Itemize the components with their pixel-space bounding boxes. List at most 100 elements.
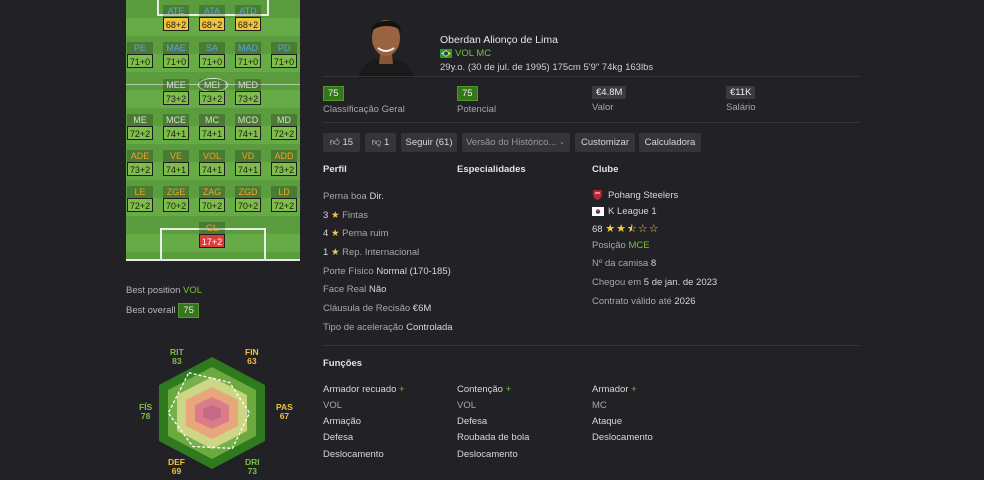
brazil-flag-icon [440, 48, 452, 58]
pitch-position-le: LE 72+2 [127, 186, 153, 216]
dislike-button[interactable]: 👎︎ 1 [365, 133, 396, 152]
pitch-position-rating: 68+2 [235, 17, 261, 31]
pitch-position-label: MEE [163, 79, 189, 91]
pitch-position-label: MCE [163, 114, 189, 126]
pitch-position-rating: 70+2 [163, 198, 189, 212]
club-rating: 68 [592, 224, 603, 235]
pitch-position-label: MC [199, 114, 225, 126]
stat-overall: 75 Classificação Geral [323, 86, 405, 115]
pitch-position-label: ZGD [235, 186, 261, 198]
radar-label-rit: RIT 83 [170, 347, 184, 366]
pitch-position-mc: MC 74+1 [199, 114, 225, 144]
best-overall-label: Best overall [126, 305, 176, 316]
pitch-position-label: ZGE [163, 186, 189, 198]
pitch-position-ate: ATE 68+2 [163, 5, 189, 35]
pitch-position-zag: ZAG 70+2 [199, 186, 225, 216]
role-1-item: Defesa [323, 432, 354, 443]
pitch-position-rating: 71+0 [127, 54, 153, 68]
pitch-position-mae: MAE 71+0 [163, 42, 189, 72]
pitch-position-label: MED [235, 79, 261, 91]
specialities-heading: Especialidades [457, 164, 526, 175]
role-2-item: Defesa [457, 416, 488, 427]
pitch-position-pe: PE 71+0 [127, 42, 153, 72]
follow-button[interactable]: Seguir (61) [401, 133, 457, 152]
roles-heading: Funções [323, 358, 363, 369]
player-positions: VOL MC [455, 47, 492, 59]
player-photo [358, 20, 414, 78]
pitch-position-label: ATD [235, 5, 261, 17]
pitch-position-label: ATE [163, 5, 189, 17]
best-overall-value: 75 [178, 303, 199, 318]
pitch-position-add: ADD 73+2 [271, 150, 297, 180]
role-2-title: Contenção + [457, 384, 512, 395]
player-info: 29y.o. (30 de jul. de 1995) 175cm 5'9" 7… [440, 62, 654, 73]
profile-heading: Perfil [323, 164, 347, 175]
like-button[interactable]: 👍︎ 15 [323, 133, 360, 152]
radar-label-pas: PAS 67 [276, 402, 293, 421]
pitch-position-rating: 74+1 [163, 126, 189, 140]
star-icon: ★ [330, 210, 340, 221]
real-face-row: Face Real Não [323, 284, 387, 295]
pitch-position-rating: 73+2 [271, 162, 297, 176]
pitch-position-zgd: ZGD 70+2 [235, 186, 261, 216]
pitch-position-label: VOL [199, 150, 225, 162]
club-name-row[interactable]: Pohang Steelers [592, 189, 678, 201]
calculator-button[interactable]: Calculadora [639, 133, 701, 152]
customize-button[interactable]: Customizar [575, 133, 635, 152]
pitch-position-sa: SA 71+0 [199, 42, 225, 72]
radar-label-dri: DRI 73 [245, 457, 260, 476]
pitch-position-rating: 74+1 [199, 162, 225, 176]
club-star-rating: ★★★☆☆☆ [605, 223, 660, 235]
role-1-item: Deslocamento [323, 449, 384, 460]
pitch-position-label: LD [271, 186, 297, 198]
pitch-position-ve: VE 74+1 [163, 150, 189, 180]
preferred-foot-row: Perna boa Dir. [323, 191, 384, 202]
role-3-position: MC [592, 400, 607, 411]
thumbs-up-icon: 👍︎ [329, 137, 340, 148]
role-3-title: Armador + [592, 384, 637, 395]
history-version-dropdown[interactable]: Versão do Histórico... ⌄ [462, 133, 570, 152]
pitch-position-rating: 70+2 [199, 198, 225, 212]
club-name: Pohang Steelers [608, 189, 679, 201]
stat-wage-value: €11K [726, 86, 756, 99]
chevron-down-icon: ⌄ [559, 139, 565, 146]
best-position: Best position VOL [126, 285, 202, 296]
role-1-position: VOL [323, 400, 343, 411]
pitch-position-me: ME 72+2 [127, 114, 153, 144]
pitch-position-rating: 74+1 [163, 162, 189, 176]
role-3-item: Ataque [592, 416, 623, 427]
league-row[interactable]: K League 1 [592, 206, 657, 217]
pitch-position-label: ADD [271, 150, 297, 162]
joined-row: Chegou em 5 de jan. de 2023 [592, 277, 718, 288]
player-name: Oberdan Alionço de Lima [440, 34, 558, 46]
pitch-position-ld: LD 72+2 [271, 186, 297, 216]
position-ratings-pitch: ATE 68+2 ATA 68+2 ATD 68+2 PE 71+0 MAE 71+0 SA 71+0… [126, 0, 300, 261]
club-crest-icon [592, 189, 603, 201]
dislike-count: 1 [384, 137, 390, 148]
pitch-position-zge: ZGE 70+2 [163, 186, 189, 216]
pitch-position-label: ME [127, 114, 153, 126]
history-version-label: Versão do Histórico... [466, 137, 557, 148]
pitch-position-label: VD [235, 150, 261, 162]
pitch-position-med: MED 73+2 [235, 79, 261, 109]
pitch-position-mcd: MCD 74+1 [235, 114, 261, 144]
pitch-position-rating: 70+2 [235, 198, 261, 212]
pitch-position-rating: 73+2 [163, 91, 189, 105]
pitch-position-mee: MEE 73+2 [163, 79, 189, 109]
pitch-position-rating: 74+1 [235, 162, 261, 176]
weak-foot-row: 4 ★ Perna ruim [323, 228, 389, 239]
best-position-label: Best position [126, 285, 181, 296]
pitch-position-rating: 73+2 [127, 162, 153, 176]
stat-potential-label: Potencial [457, 104, 497, 115]
pitch-position-label: ZAG [199, 186, 225, 198]
pitch-position-ata: ATA 68+2 [199, 5, 225, 35]
stat-wage-label: Salário [726, 102, 756, 113]
star-icon: ★ [330, 228, 340, 239]
pitch-position-rating: 71+0 [271, 54, 297, 68]
league-name: K League 1 [608, 206, 657, 217]
pitch-position-rating: 17+2 [199, 234, 225, 248]
pitch-position-rating: 74+1 [235, 126, 261, 140]
stat-value-label: Valor [592, 102, 614, 113]
pitch-position-rating: 73+2 [199, 91, 225, 105]
radar-label-fin: FIN 63 [245, 347, 259, 366]
